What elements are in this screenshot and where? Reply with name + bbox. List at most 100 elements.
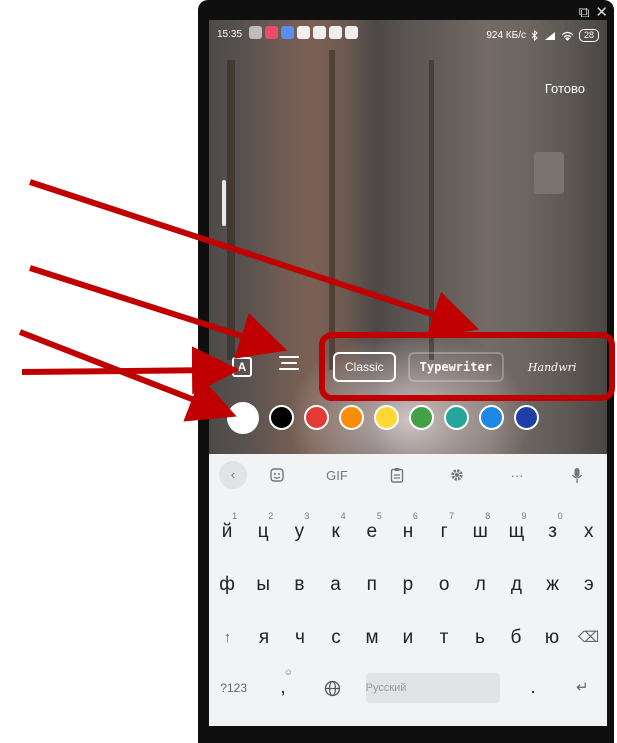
notification-icon: [249, 26, 262, 39]
key[interactable]: и: [392, 618, 424, 658]
comma-key[interactable]: , ☺: [267, 667, 299, 708]
color-swatch[interactable]: [409, 405, 434, 430]
shift-key[interactable]: ↑: [211, 618, 243, 658]
key[interactable]: п: [356, 565, 388, 605]
sticker-icon[interactable]: [247, 467, 307, 484]
key[interactable]: ш8: [464, 511, 496, 552]
key-label: г: [440, 521, 448, 542]
key[interactable]: л: [464, 565, 496, 605]
key[interactable]: ы: [247, 565, 279, 605]
key-label: е: [366, 521, 378, 542]
bluetooth-icon: [531, 30, 538, 41]
key[interactable]: в: [283, 565, 315, 605]
battery-indicator: 28: [578, 29, 599, 42]
key[interactable]: к4: [320, 511, 352, 552]
key-label: й: [221, 521, 233, 542]
period-key[interactable]: .: [517, 668, 549, 708]
notification-icon: [345, 26, 358, 39]
door-frame: [429, 60, 434, 360]
key-hint: 1: [232, 511, 238, 521]
key-hint: 2: [268, 511, 274, 521]
key[interactable]: й1: [211, 511, 243, 552]
key[interactable]: т: [428, 618, 460, 658]
settings-gear-icon[interactable]: [427, 467, 487, 484]
more-options-button[interactable]: ···: [487, 468, 547, 483]
key[interactable]: а: [320, 565, 352, 605]
external-window-icon[interactable]: ⧉: [579, 2, 590, 22]
backspace-key[interactable]: ⌫: [573, 618, 605, 658]
key[interactable]: ц2: [247, 511, 279, 552]
key[interactable]: е5: [356, 511, 388, 552]
key-hint: 0: [557, 511, 563, 521]
font-classic[interactable]: Classic: [333, 352, 396, 382]
notification-icon: [281, 26, 294, 39]
key[interactable]: я: [248, 618, 280, 658]
done-button[interactable]: Готово: [545, 81, 585, 96]
key[interactable]: щ9: [500, 511, 532, 552]
key-hint: 5: [376, 511, 382, 521]
key[interactable]: р: [392, 565, 424, 605]
key-label: ц: [257, 521, 269, 542]
key[interactable]: с: [320, 618, 352, 658]
key-label: к: [331, 521, 340, 542]
font-typewriter[interactable]: Typewriter: [407, 352, 504, 382]
key[interactable]: у3: [283, 511, 315, 552]
close-icon[interactable]: ✕: [595, 2, 608, 22]
text-style-button[interactable]: A: [232, 357, 252, 377]
key-hint: 6: [412, 511, 418, 521]
color-swatch[interactable]: [269, 405, 294, 430]
color-swatch[interactable]: [374, 405, 399, 430]
key-label: у: [294, 521, 305, 542]
signal-icon: [544, 31, 555, 40]
key-label: х: [584, 521, 594, 542]
key[interactable]: б: [500, 618, 532, 658]
key-hint: 8: [485, 511, 491, 521]
font-selector: Classic Typewriter Handwri: [333, 350, 607, 384]
space-key[interactable]: Русский: [365, 673, 500, 703]
notification-icon: [329, 26, 342, 39]
annotation-arrow: [21, 346, 240, 395]
key[interactable]: ь: [464, 618, 496, 658]
keyboard-row-1: й1ц2у3к4е5н6г7ш8щ9з0х: [209, 511, 607, 552]
key[interactable]: г7: [428, 511, 460, 552]
keyboard-back-button[interactable]: ‹: [219, 461, 247, 489]
key[interactable]: ж: [537, 565, 569, 605]
key-label: ш: [472, 521, 488, 542]
color-swatch[interactable]: [479, 405, 504, 430]
key[interactable]: н6: [392, 511, 424, 552]
key[interactable]: м: [356, 618, 388, 658]
key[interactable]: ю: [536, 618, 568, 658]
key[interactable]: д: [500, 565, 532, 605]
color-swatch[interactable]: [514, 405, 539, 430]
key[interactable]: ф: [211, 565, 243, 605]
comma-label: ,: [280, 677, 286, 698]
color-palette: [227, 402, 539, 434]
door-frame: [329, 50, 335, 370]
status-bar: 15:35 924 КБ/с 28: [209, 20, 607, 50]
text-align-icon[interactable]: [279, 356, 299, 374]
color-swatch[interactable]: [304, 405, 329, 430]
text-size-slider[interactable]: [222, 180, 226, 226]
key[interactable]: ч: [284, 618, 316, 658]
key[interactable]: о: [428, 565, 460, 605]
window-controls: ⧉ ✕: [579, 2, 608, 22]
key[interactable]: э: [573, 565, 605, 605]
keyboard-row-2: фывапролджэ: [209, 565, 607, 605]
font-handwriting[interactable]: Handwri: [516, 353, 588, 382]
clipboard-icon[interactable]: [367, 467, 427, 484]
network-speed: 924 КБ/с: [486, 30, 526, 41]
color-swatch[interactable]: [339, 405, 364, 430]
key[interactable]: х: [573, 512, 605, 552]
key[interactable]: з0: [537, 511, 569, 552]
phone-screen: 15:35 924 КБ/с 28 Готово A Classic Typew…: [209, 20, 607, 726]
door-frame: [227, 60, 235, 360]
gif-button[interactable]: GIF: [307, 468, 367, 483]
microphone-icon[interactable]: [547, 466, 607, 483]
annotation-arrow: [18, 329, 237, 422]
notification-icon: [297, 26, 310, 39]
symbols-key[interactable]: ?123: [218, 668, 250, 708]
enter-key[interactable]: ↵: [566, 668, 598, 708]
color-swatch[interactable]: [444, 405, 469, 430]
color-swatch[interactable]: [227, 402, 259, 434]
globe-icon[interactable]: [316, 668, 348, 708]
